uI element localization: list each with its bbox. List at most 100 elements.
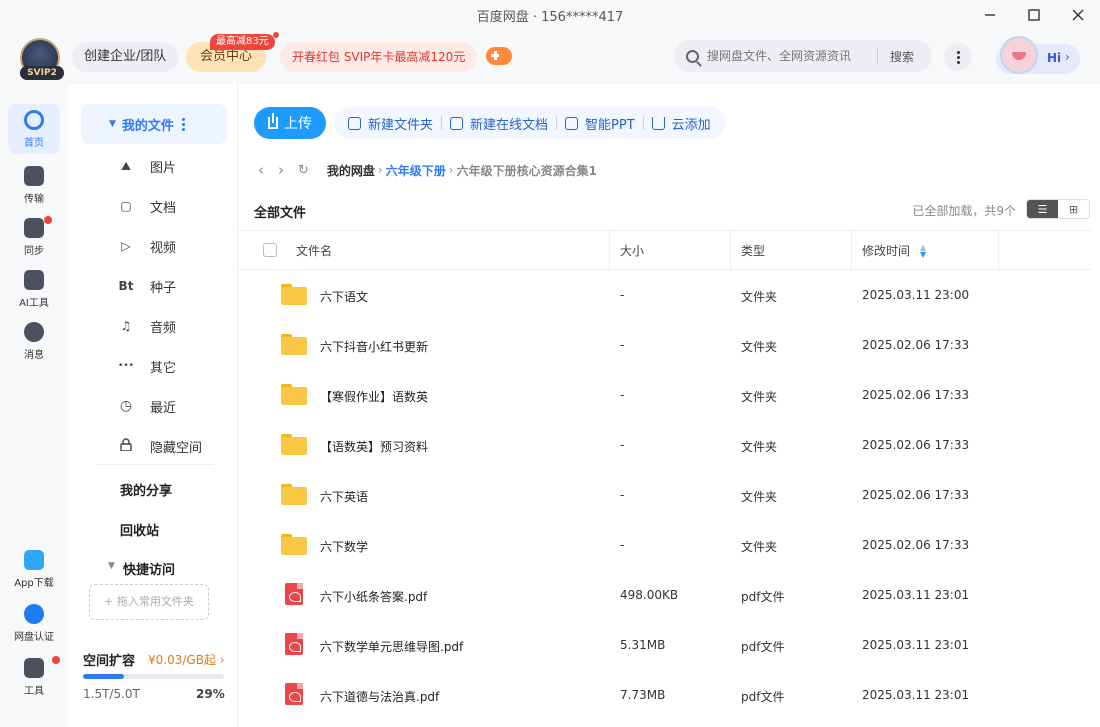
sidebar-item-label: 种子 xyxy=(150,280,177,296)
create-team-button[interactable]: 创建企业/团队 xyxy=(72,42,179,72)
gamepad-icon[interactable] xyxy=(486,47,512,65)
greeting-label[interactable]: Hi xyxy=(1047,51,1061,65)
nav-ai-tools[interactable]: AI工具 xyxy=(8,264,60,314)
file-name[interactable]: 六下道德与法治真.pdf xyxy=(320,688,439,705)
file-name[interactable]: 六下语文 xyxy=(320,288,368,305)
file-name[interactable]: 六下抖音小红书更新 xyxy=(320,338,428,355)
table-row[interactable]: 【语数英】预习资料 - 文件夹 2025.02.06 17:33 xyxy=(238,421,1100,471)
tool-label: 智能PPT xyxy=(585,117,635,133)
column-header-name[interactable]: 文件名 xyxy=(296,242,332,259)
left-nav: 首页 传输 同步 AI工具 消息 App下载 网盘认证 工具 xyxy=(0,84,68,727)
file-name[interactable]: 【寒假作业】语数英 xyxy=(320,388,428,405)
load-status: 已全部加载，共9个 xyxy=(912,204,1016,218)
smart-ppt-button[interactable]: 智能PPT xyxy=(557,114,643,133)
sidebar-item-other[interactable]: ••• 其它 xyxy=(118,356,176,376)
table-row[interactable]: 六下抖音小红书更新 - 文件夹 2025.02.06 17:33 xyxy=(238,321,1100,371)
table-row[interactable]: 六下小纸条答案.pdf 498.00KB pdf文件 2025.03.11 23:01 xyxy=(238,571,1100,621)
sidebar-item-images[interactable]: ⛰ 图片 xyxy=(118,156,176,176)
torrent-icon: Bt xyxy=(118,279,134,293)
cloud-home-icon xyxy=(24,109,44,130)
table-row[interactable]: 六下数学 - 文件夹 2025.02.06 17:33 xyxy=(238,521,1100,571)
file-type: pdf文件 xyxy=(741,590,785,604)
folder-icon xyxy=(281,334,307,355)
sidebar-item-recycle[interactable]: 回收站 xyxy=(120,520,159,539)
nav-messages[interactable]: 消息 xyxy=(8,316,60,366)
new-folder-button[interactable]: 新建文件夹 xyxy=(340,114,441,133)
caret-down-icon[interactable]: ▼ xyxy=(108,561,115,571)
nav-label: 同步 xyxy=(24,245,44,257)
minimize-icon[interactable] xyxy=(968,0,1012,30)
select-all-checkbox[interactable] xyxy=(263,243,277,257)
file-size: - xyxy=(620,438,625,452)
file-name[interactable]: 【语数英】预习资料 xyxy=(320,438,428,455)
new-online-doc-button[interactable]: 新建在线文档 xyxy=(442,114,556,133)
svip-logo[interactable]: SVIP2 xyxy=(20,38,64,80)
sidebar-item-documents[interactable]: ▢ 文档 xyxy=(118,196,176,216)
column-divider[interactable] xyxy=(730,231,731,271)
table-header: 文件名 大小 类型 修改时间 ▲ ▼ xyxy=(238,230,1092,271)
tool-label: 新建文件夹 xyxy=(368,117,434,133)
table-row[interactable]: 六下道德与法治真.pdf 7.73MB pdf文件 2025.03.11 23:01 xyxy=(238,671,1100,721)
recent-clock-icon: ◷ xyxy=(119,398,133,414)
nav-verify[interactable]: 网盘认证 xyxy=(8,598,60,648)
breadcrumb-separator: › xyxy=(448,163,454,177)
caret-down-icon[interactable]: ▼ xyxy=(109,119,116,129)
nav-transfer[interactable]: 传输 xyxy=(8,160,60,210)
space-label: 空间扩容 xyxy=(83,654,136,669)
column-divider[interactable] xyxy=(609,231,610,271)
sidebar-item-videos[interactable]: ▷ 视频 xyxy=(118,236,176,256)
new-folder-icon xyxy=(348,116,361,130)
table-row[interactable]: 六下英语 - 文件夹 2025.02.06 17:33 xyxy=(238,471,1100,521)
more-vertical-icon[interactable] xyxy=(181,117,185,131)
close-icon[interactable] xyxy=(1056,0,1100,30)
grid-view-icon[interactable]: ⊞ xyxy=(1058,200,1089,218)
more-menu-icon[interactable] xyxy=(944,43,972,71)
column-header-type[interactable]: 类型 xyxy=(741,242,765,259)
sidebar-item-quick-access[interactable]: 快捷访问 xyxy=(123,559,175,578)
back-arrow-icon[interactable]: ‹ xyxy=(258,161,264,179)
sort-icon[interactable]: ▲ ▼ xyxy=(920,244,926,259)
sidebar-item-label: 最近 xyxy=(150,400,177,416)
space-upgrade-link[interactable]: ¥0.03/GB起 › xyxy=(148,651,225,668)
my-files-item[interactable]: ▼ 我的文件 xyxy=(81,104,227,144)
column-divider[interactable] xyxy=(998,231,999,271)
file-modified: 2025.02.06 17:33 xyxy=(862,538,970,552)
column-divider[interactable] xyxy=(851,231,852,271)
column-header-modified[interactable]: 修改时间 xyxy=(862,242,910,259)
avatar[interactable] xyxy=(1000,36,1038,74)
promo-banner[interactable]: 开春红包 SVIP年卡最高减120元 xyxy=(280,42,478,72)
search-button[interactable]: 搜索 xyxy=(878,48,926,65)
storage-progress-fill xyxy=(83,674,124,679)
maximize-icon[interactable] xyxy=(1012,0,1056,30)
file-name[interactable]: 六下数学单元思维导图.pdf xyxy=(320,638,463,655)
nav-sync[interactable]: 同步 xyxy=(8,212,60,262)
nav-app-download[interactable]: App下载 xyxy=(8,544,60,594)
column-header-size[interactable]: 大小 xyxy=(620,242,644,259)
storage-percent: 29% xyxy=(196,687,225,701)
search-input[interactable] xyxy=(707,49,877,63)
sidebar-item-audio[interactable]: ♫ 音频 xyxy=(118,316,176,336)
document-icon: ▢ xyxy=(120,199,132,213)
nav-home[interactable]: 首页 xyxy=(8,104,60,154)
cloud-add-button[interactable]: 云添加 xyxy=(644,114,719,133)
upload-button[interactable]: 上传 xyxy=(254,107,326,139)
file-name[interactable]: 六下英语 xyxy=(320,488,368,505)
file-size: 5.31MB xyxy=(620,638,666,652)
breadcrumb-parent[interactable]: 六年级下册 xyxy=(386,162,446,179)
table-row[interactable]: 六下语文 - 文件夹 2025.03.11 23:00 xyxy=(238,271,1100,321)
file-name[interactable]: 六下数学 xyxy=(320,538,368,555)
sidebar-item-torrents[interactable]: Bt 种子 xyxy=(118,276,176,296)
table-row[interactable]: 【寒假作业】语数英 - 文件夹 2025.02.06 17:33 xyxy=(238,371,1100,421)
file-modified: 2025.02.06 17:33 xyxy=(862,488,970,502)
file-name[interactable]: 六下小纸条答案.pdf xyxy=(320,588,427,605)
breadcrumb-root[interactable]: 我的网盘 xyxy=(327,162,375,179)
drop-folder-zone[interactable]: + 拖入常用文件夹 xyxy=(89,584,209,620)
sidebar-item-my-share[interactable]: 我的分享 xyxy=(120,480,172,499)
sidebar-item-recent[interactable]: ◷ 最近 xyxy=(118,396,176,416)
folder-icon xyxy=(281,534,307,555)
refresh-icon[interactable]: ↻ xyxy=(298,163,309,178)
sidebar-item-hidden-space[interactable]: 隐藏空间 xyxy=(118,436,202,456)
table-row[interactable]: 六下数学单元思维导图.pdf 5.31MB pdf文件 2025.03.11 23:0… xyxy=(238,621,1100,671)
forward-arrow-icon[interactable]: › xyxy=(278,161,284,179)
list-view-icon[interactable]: ☰ xyxy=(1027,200,1058,218)
